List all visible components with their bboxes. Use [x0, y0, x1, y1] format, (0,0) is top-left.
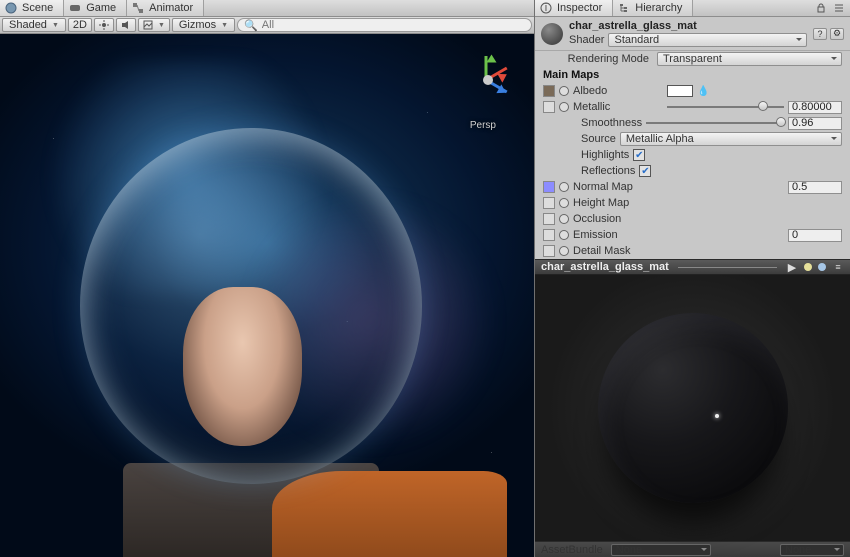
preview-play-icon[interactable]: ▶	[786, 261, 798, 273]
material-name: char_astrella_glass_mat	[569, 20, 807, 32]
tab-label: Scene	[22, 2, 53, 14]
normalmap-radio[interactable]	[559, 182, 569, 192]
albedo-radio[interactable]	[559, 86, 569, 96]
albedo-label: Albedo	[573, 85, 663, 97]
heightmap-label: Height Map	[573, 197, 663, 209]
material-preview[interactable]	[535, 275, 850, 541]
normalmap-value[interactable]: 0.5	[788, 181, 842, 194]
heightmap-radio[interactable]	[559, 198, 569, 208]
inspector-pane: i Inspector Hierarchy char_astrella_glas…	[535, 0, 850, 557]
assetbundle-bar: AssetBundle None None	[535, 541, 850, 557]
orientation-gizmo[interactable]	[460, 52, 516, 108]
search-input[interactable]	[262, 19, 525, 31]
lock-icon[interactable]	[814, 1, 828, 15]
help-icon[interactable]: ?	[813, 28, 827, 40]
material-header: char_astrella_glass_mat Shader Standard …	[535, 17, 850, 51]
emission-texture-slot[interactable]	[543, 229, 555, 241]
tab-label: Hierarchy	[635, 2, 682, 14]
occlusion-label: Occlusion	[573, 213, 663, 225]
tab-inspector[interactable]: i Inspector	[535, 0, 613, 16]
emission-radio[interactable]	[559, 230, 569, 240]
assetbundle-name-dropdown[interactable]: None	[611, 544, 711, 556]
detailmask-texture-slot[interactable]	[543, 245, 555, 257]
color-picker-icon[interactable]: 💧	[697, 86, 709, 97]
reflections-checkbox[interactable]: ✔	[639, 165, 651, 177]
tab-label: Inspector	[557, 2, 602, 14]
assetbundle-label: AssetBundle	[541, 544, 603, 556]
scene-pane: Scene Game Animator Shaded▼ 2D	[0, 0, 535, 557]
material-thumbnail	[541, 23, 563, 45]
source-label: Source	[581, 133, 616, 145]
rendering-mode-dropdown[interactable]: Transparent	[657, 52, 842, 66]
metallic-texture-slot[interactable]	[543, 101, 555, 113]
detailmask-radio[interactable]	[559, 246, 569, 256]
emission-value[interactable]: 0	[788, 229, 842, 242]
occlusion-texture-slot[interactable]	[543, 213, 555, 225]
tab-game[interactable]: Game	[64, 0, 127, 16]
main-maps-header: Main Maps	[535, 67, 850, 83]
sun-icon	[99, 20, 109, 30]
smoothness-slider[interactable]	[646, 117, 784, 129]
animator-icon	[132, 2, 144, 14]
source-dropdown[interactable]: Metallic Alpha	[620, 132, 842, 146]
gizmos-dropdown[interactable]: Gizmos▼	[172, 18, 235, 32]
settings-gear-icon[interactable]: ⚙	[830, 28, 844, 40]
image-icon	[143, 20, 153, 30]
shader-label: Shader	[569, 34, 604, 46]
tab-label: Game	[86, 2, 116, 14]
reflections-label: Reflections	[581, 165, 635, 177]
albedo-color[interactable]	[667, 85, 693, 97]
audio-toggle[interactable]	[116, 18, 136, 32]
draw-mode-label: Shaded	[9, 19, 47, 31]
svg-text:i: i	[545, 2, 547, 14]
tab-label: Animator	[149, 2, 193, 14]
normalmap-label: Normal Map	[573, 181, 663, 193]
scene-search[interactable]: 🔍	[237, 18, 532, 32]
tab-hierarchy[interactable]: Hierarchy	[613, 0, 693, 16]
scene-icon	[5, 2, 17, 14]
rendering-mode-label: Rendering Mode	[543, 53, 653, 65]
metallic-label: Metallic	[573, 101, 663, 113]
right-tabbar: i Inspector Hierarchy	[535, 0, 850, 17]
highlights-label: Highlights	[581, 149, 629, 161]
lighting-toggle[interactable]	[94, 18, 114, 32]
inspector-icon: i	[540, 2, 552, 14]
smoothness-label: Smoothness	[581, 117, 642, 129]
projection-label[interactable]: Persp	[470, 120, 496, 131]
draw-mode-dropdown[interactable]: Shaded▼	[2, 18, 66, 32]
btn-2d[interactable]: 2D	[68, 18, 92, 32]
metallic-radio[interactable]	[559, 102, 569, 112]
preview-header[interactable]: char_astrella_glass_mat ▶ ≡	[535, 259, 850, 275]
metallic-value[interactable]: 0.80000	[788, 101, 842, 114]
smoothness-value[interactable]: 0.96	[788, 117, 842, 130]
search-icon: 🔍	[244, 19, 258, 32]
emission-label: Emission	[573, 229, 663, 241]
astronaut-model	[37, 128, 464, 546]
preview-light2-icon[interactable]	[818, 263, 826, 271]
albedo-texture-slot[interactable]	[543, 85, 555, 97]
heightmap-texture-slot[interactable]	[543, 197, 555, 209]
game-icon	[69, 2, 81, 14]
tab-menu-icon[interactable]	[832, 1, 846, 15]
preview-menu-icon[interactable]: ≡	[832, 261, 844, 273]
tab-scene[interactable]: Scene	[0, 0, 64, 16]
detailmask-label: Detail Mask	[573, 245, 663, 257]
fx-toggle[interactable]: ▼	[138, 18, 170, 32]
gizmos-label: Gizmos	[179, 19, 216, 31]
preview-title: char_astrella_glass_mat	[541, 261, 669, 273]
hierarchy-icon	[618, 2, 630, 14]
occlusion-radio[interactable]	[559, 214, 569, 224]
audio-icon	[121, 20, 131, 30]
assetbundle-variant-dropdown[interactable]: None	[780, 544, 844, 556]
highlights-checkbox[interactable]: ✔	[633, 149, 645, 161]
scene-viewport[interactable]: Persp	[0, 34, 534, 557]
left-tabbar: Scene Game Animator	[0, 0, 534, 17]
scene-toolbar: Shaded▼ 2D ▼ Gizmos▼ 🔍	[0, 17, 534, 34]
shader-dropdown[interactable]: Standard	[608, 33, 807, 47]
normalmap-texture-slot[interactable]	[543, 181, 555, 193]
tab-animator[interactable]: Animator	[127, 0, 204, 16]
metallic-slider[interactable]	[667, 101, 784, 113]
preview-light1-icon[interactable]	[804, 263, 812, 271]
